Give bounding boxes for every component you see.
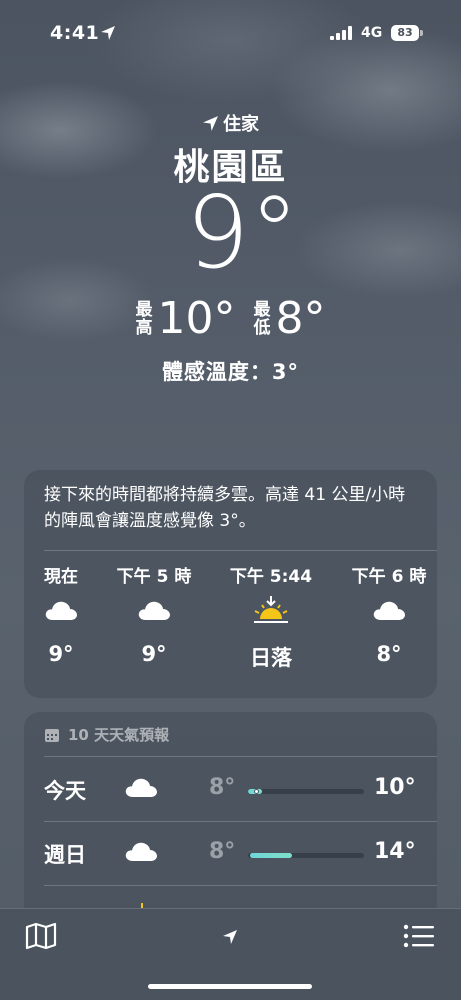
forecast-header: 10 天天氣預報: [44, 724, 169, 745]
cellular-signal-icon: [330, 26, 352, 40]
forecast-low: 8°: [209, 839, 236, 864]
forecast-summary: 接下來的時間都將持續多雲。高達 41 公里/小時的陣風會讓溫度感覺像 3°。: [44, 485, 406, 531]
hour-temperature: 8°: [376, 642, 402, 666]
divider: [44, 756, 437, 757]
battery-level: 83: [391, 25, 419, 41]
status-time: 4:41: [50, 22, 100, 44]
temperature-range-bar: [248, 853, 364, 858]
hour-temperature: 9°: [141, 642, 167, 666]
network-type: 4G: [361, 25, 383, 41]
hour-time: 下午 5:44: [229, 567, 313, 587]
calendar-icon: [45, 728, 59, 742]
hour-time: 下午 6 時: [351, 567, 427, 587]
cloud-icon: [125, 842, 157, 861]
temperature-range-bar: [248, 789, 364, 794]
location-button[interactable]: [218, 925, 242, 949]
cloud-icon: [45, 601, 77, 620]
location-arrow-icon: [203, 116, 218, 131]
low-temperature: 8°: [275, 293, 326, 344]
hour-temperature: 日落: [250, 646, 292, 670]
location-text: 住家: [223, 114, 259, 135]
divider: [44, 885, 437, 886]
cloud-icon: [373, 601, 405, 620]
hour-temperature: 9°: [48, 642, 74, 666]
hour-item: 下午 5:44 日落: [226, 562, 316, 672]
list-icon: [403, 924, 434, 948]
location-arrow-icon: [223, 930, 237, 944]
forecast-high: 14°: [374, 839, 416, 864]
hour-item: 下午 5 時 9°: [109, 562, 199, 666]
cloud-icon: [138, 601, 170, 620]
forecast-title: 10 天天氣預報: [68, 726, 170, 744]
map-button[interactable]: [24, 921, 58, 951]
map-icon: [25, 922, 57, 950]
home-indicator[interactable]: [148, 984, 312, 989]
battery-icon: 83: [391, 25, 423, 41]
forecast-row-today[interactable]: 今天 8° 10°: [24, 758, 437, 822]
status-bar: 4:41 4G 83: [0, 0, 461, 60]
sunset-icon: [254, 596, 288, 623]
hour-time: 下午 5 時: [116, 567, 192, 587]
forecast-row-sunday[interactable]: 週日 8° 14°: [24, 822, 437, 886]
forecast-day: 今天: [44, 779, 86, 803]
hourly-forecast-card[interactable]: 接下來的時間都將持續多雲。高達 41 公里/小時的陣風會讓溫度感覺像 3°。 現…: [24, 470, 437, 698]
location-list-button[interactable]: [402, 921, 436, 951]
hour-item: 現在 9°: [16, 562, 106, 666]
current-temperature-dot: [254, 789, 259, 794]
hour-item: 下午 6 時 8°: [344, 562, 434, 666]
current-temperature: 9°: [185, 174, 300, 291]
location-label: 住家: [0, 110, 461, 136]
forecast-day: 週日: [44, 843, 86, 867]
forecast-low: 8°: [209, 775, 236, 800]
location-services-icon: [101, 26, 115, 40]
high-temperature: 10°: [157, 293, 236, 344]
high-label: 最高: [135, 300, 153, 338]
divider: [44, 550, 437, 551]
high-low: 最高 10° 最低 8°: [0, 297, 461, 341]
feels-like: 體感溫度：3°: [161, 360, 300, 384]
cloud-icon: [125, 778, 157, 797]
hour-time: 現在: [44, 567, 78, 587]
forecast-high: 10°: [374, 775, 416, 800]
low-label: 最低: [253, 300, 271, 338]
